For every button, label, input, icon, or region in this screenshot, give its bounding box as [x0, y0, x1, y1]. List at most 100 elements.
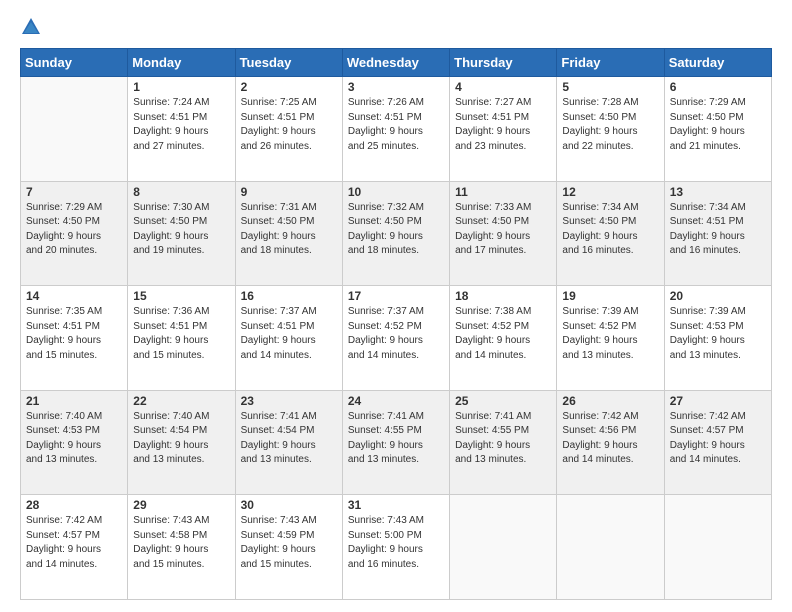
day-number: 22	[133, 394, 229, 408]
calendar-cell: 9 Sunrise: 7:31 AM Sunset: 4:50 PM Daylig…	[235, 181, 342, 286]
calendar-cell: 6Sunrise: 7:29 AM Sunset: 4:50 PM Daylig…	[664, 77, 771, 182]
day-number: 26	[562, 394, 658, 408]
day-number: 25	[455, 394, 551, 408]
calendar-cell: 28 Sunrise: 7:42 AM Sunset: 4:57 PM Dayli…	[21, 495, 128, 600]
day-number: 13	[670, 185, 766, 199]
day-number: 28	[26, 498, 122, 512]
calendar-cell	[557, 495, 664, 600]
day-number: 6	[670, 80, 766, 94]
calendar-cell: 12 Sunrise: 7:34 AM Sunset: 4:50 PM Dayli…	[557, 181, 664, 286]
calendar-cell	[21, 77, 128, 182]
calendar-cell: 21 Sunrise: 7:40 AM Sunset: 4:53 PM Dayli…	[21, 390, 128, 495]
weekday-header-tuesday: Tuesday	[235, 49, 342, 77]
weekday-header-thursday: Thursday	[450, 49, 557, 77]
calendar-cell: 20 Sunrise: 7:39 AM Sunset: 4:53 PM Dayli…	[664, 286, 771, 391]
day-number: 4	[455, 80, 551, 94]
day-number: 11	[455, 185, 551, 199]
day-number: 17	[348, 289, 444, 303]
calendar-cell: 7Sunrise: 7:29 AM Sunset: 4:50 PM Daylig…	[21, 181, 128, 286]
day-info: Sunrise: 7:34 AM Sunset: 4:50 PM Dayligh…	[562, 201, 658, 259]
day-info: Sunrise: 7:43 AM Sunset: 4:58 PM Dayligh…	[133, 514, 229, 572]
weekday-header-sunday: Sunday	[21, 49, 128, 77]
calendar-cell: 3Sunrise: 7:26 AM Sunset: 4:51 PM Daylig…	[342, 77, 449, 182]
calendar-cell: 30 Sunrise: 7:43 AM Sunset: 4:59 PM Dayli…	[235, 495, 342, 600]
day-number: 21	[26, 394, 122, 408]
day-number: 23	[241, 394, 337, 408]
day-number: 29	[133, 498, 229, 512]
day-number: 5	[562, 80, 658, 94]
day-info: Sunrise: 7:29 AM Sunset: 4:50 PM Dayligh…	[26, 201, 122, 259]
calendar-cell: 11 Sunrise: 7:33 AM Sunset: 4:50 PM Dayli…	[450, 181, 557, 286]
day-number: 31	[348, 498, 444, 512]
day-number: 19	[562, 289, 658, 303]
day-info: Sunrise: 7:30 AM Sunset: 4:50 PM Dayligh…	[133, 201, 229, 259]
day-info: Sunrise: 7:39 AM Sunset: 4:52 PM Dayligh…	[562, 305, 658, 363]
day-info: Sunrise: 7:39 AM Sunset: 4:53 PM Dayligh…	[670, 305, 766, 363]
calendar-cell: 2Sunrise: 7:25 AM Sunset: 4:51 PM Daylig…	[235, 77, 342, 182]
calendar-cell	[664, 495, 771, 600]
header	[20, 16, 772, 38]
day-number: 9	[241, 185, 337, 199]
week-row-2: 7Sunrise: 7:29 AM Sunset: 4:50 PM Daylig…	[21, 181, 772, 286]
calendar-cell: 22 Sunrise: 7:40 AM Sunset: 4:54 PM Dayli…	[128, 390, 235, 495]
week-row-4: 21 Sunrise: 7:40 AM Sunset: 4:53 PM Dayli…	[21, 390, 772, 495]
day-info: Sunrise: 7:40 AM Sunset: 4:53 PM Dayligh…	[26, 410, 122, 468]
weekday-header-monday: Monday	[128, 49, 235, 77]
page: SundayMondayTuesdayWednesdayThursdayFrid…	[0, 0, 792, 612]
calendar: SundayMondayTuesdayWednesdayThursdayFrid…	[20, 48, 772, 600]
weekday-header-friday: Friday	[557, 49, 664, 77]
logo	[20, 16, 46, 38]
calendar-cell: 1 Sunrise: 7:24 AM Sunset: 4:51 PM Daylig…	[128, 77, 235, 182]
day-number: 20	[670, 289, 766, 303]
day-number: 30	[241, 498, 337, 512]
calendar-cell: 25 Sunrise: 7:41 AM Sunset: 4:55 PM Dayli…	[450, 390, 557, 495]
day-info: Sunrise: 7:43 AM Sunset: 5:00 PM Dayligh…	[348, 514, 444, 572]
week-row-1: 1 Sunrise: 7:24 AM Sunset: 4:51 PM Daylig…	[21, 77, 772, 182]
day-info: Sunrise: 7:40 AM Sunset: 4:54 PM Dayligh…	[133, 410, 229, 468]
day-info: Sunrise: 7:37 AM Sunset: 4:51 PM Dayligh…	[241, 305, 337, 363]
day-number: 1	[133, 80, 229, 94]
day-info: Sunrise: 7:33 AM Sunset: 4:50 PM Dayligh…	[455, 201, 551, 259]
week-row-3: 14 Sunrise: 7:35 AM Sunset: 4:51 PM Dayli…	[21, 286, 772, 391]
weekday-header-saturday: Saturday	[664, 49, 771, 77]
day-info: Sunrise: 7:42 AM Sunset: 4:56 PM Dayligh…	[562, 410, 658, 468]
weekday-header-wednesday: Wednesday	[342, 49, 449, 77]
day-number: 12	[562, 185, 658, 199]
day-info: Sunrise: 7:41 AM Sunset: 4:55 PM Dayligh…	[455, 410, 551, 468]
day-info: Sunrise: 7:24 AM Sunset: 4:51 PM Dayligh…	[133, 96, 229, 154]
calendar-cell: 23Sunrise: 7:41 AM Sunset: 4:54 PM Dayli…	[235, 390, 342, 495]
day-info: Sunrise: 7:35 AM Sunset: 4:51 PM Dayligh…	[26, 305, 122, 363]
day-info: Sunrise: 7:41 AM Sunset: 4:55 PM Dayligh…	[348, 410, 444, 468]
day-number: 14	[26, 289, 122, 303]
week-row-5: 28 Sunrise: 7:42 AM Sunset: 4:57 PM Dayli…	[21, 495, 772, 600]
calendar-cell: 31 Sunrise: 7:43 AM Sunset: 5:00 PM Dayli…	[342, 495, 449, 600]
calendar-cell: 19 Sunrise: 7:39 AM Sunset: 4:52 PM Dayli…	[557, 286, 664, 391]
calendar-cell: 26 Sunrise: 7:42 AM Sunset: 4:56 PM Dayli…	[557, 390, 664, 495]
calendar-cell	[450, 495, 557, 600]
day-info: Sunrise: 7:28 AM Sunset: 4:50 PM Dayligh…	[562, 96, 658, 154]
day-number: 15	[133, 289, 229, 303]
calendar-cell: 16 Sunrise: 7:37 AM Sunset: 4:51 PM Dayli…	[235, 286, 342, 391]
calendar-cell: 15 Sunrise: 7:36 AM Sunset: 4:51 PM Dayli…	[128, 286, 235, 391]
calendar-cell: 5 Sunrise: 7:28 AM Sunset: 4:50 PM Daylig…	[557, 77, 664, 182]
day-info: Sunrise: 7:32 AM Sunset: 4:50 PM Dayligh…	[348, 201, 444, 259]
calendar-cell: 14 Sunrise: 7:35 AM Sunset: 4:51 PM Dayli…	[21, 286, 128, 391]
day-info: Sunrise: 7:43 AM Sunset: 4:59 PM Dayligh…	[241, 514, 337, 572]
day-number: 16	[241, 289, 337, 303]
calendar-cell: 24 Sunrise: 7:41 AM Sunset: 4:55 PM Dayli…	[342, 390, 449, 495]
day-info: Sunrise: 7:36 AM Sunset: 4:51 PM Dayligh…	[133, 305, 229, 363]
weekday-header-row: SundayMondayTuesdayWednesdayThursdayFrid…	[21, 49, 772, 77]
day-info: Sunrise: 7:42 AM Sunset: 4:57 PM Dayligh…	[26, 514, 122, 572]
day-info: Sunrise: 7:31 AM Sunset: 4:50 PM Dayligh…	[241, 201, 337, 259]
day-info: Sunrise: 7:26 AM Sunset: 4:51 PM Dayligh…	[348, 96, 444, 154]
day-number: 2	[241, 80, 337, 94]
calendar-cell: 4 Sunrise: 7:27 AM Sunset: 4:51 PM Daylig…	[450, 77, 557, 182]
day-number: 8	[133, 185, 229, 199]
calendar-cell: 8 Sunrise: 7:30 AM Sunset: 4:50 PM Daylig…	[128, 181, 235, 286]
day-info: Sunrise: 7:27 AM Sunset: 4:51 PM Dayligh…	[455, 96, 551, 154]
day-info: Sunrise: 7:42 AM Sunset: 4:57 PM Dayligh…	[670, 410, 766, 468]
day-info: Sunrise: 7:37 AM Sunset: 4:52 PM Dayligh…	[348, 305, 444, 363]
logo-icon	[20, 16, 42, 38]
calendar-cell: 13Sunrise: 7:34 AM Sunset: 4:51 PM Dayli…	[664, 181, 771, 286]
day-number: 24	[348, 394, 444, 408]
